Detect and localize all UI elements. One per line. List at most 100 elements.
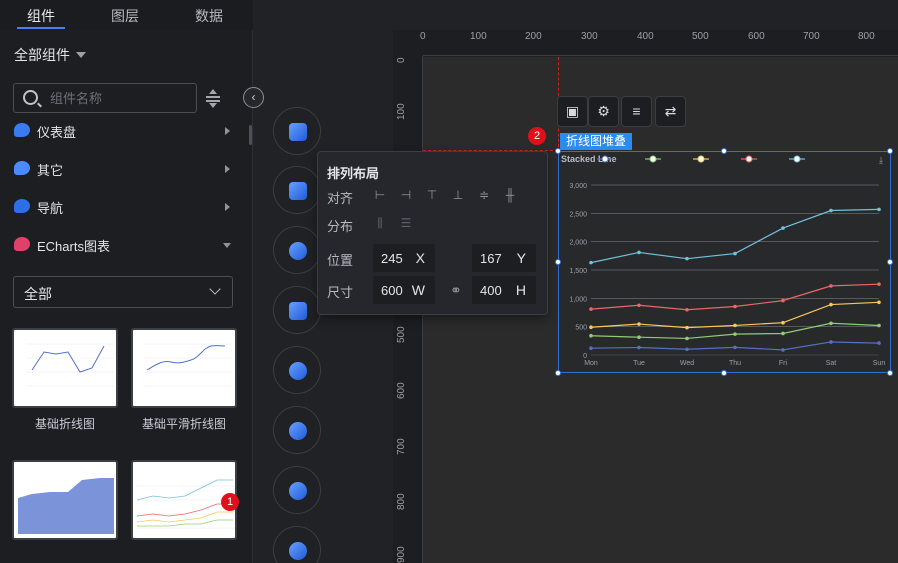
size-label: 尺寸	[327, 285, 354, 300]
align-hcenter-icon[interactable]: ╫	[504, 189, 516, 201]
resize-handle-se[interactable]	[887, 370, 893, 376]
media-icon	[289, 182, 307, 200]
dashboard-icon	[14, 123, 30, 137]
position-y-field[interactable]: 167 Y	[472, 244, 536, 272]
resize-handle-nw[interactable]	[555, 148, 561, 154]
ruler-label: 600	[748, 31, 765, 42]
series-point	[877, 341, 881, 345]
resize-handle-ne[interactable]	[887, 148, 893, 154]
rail-media-button[interactable]	[273, 166, 321, 214]
series-point	[637, 345, 641, 350]
series-point	[733, 332, 737, 336]
tab-data[interactable]: 数据	[195, 6, 223, 26]
resize-handle-sw[interactable]	[555, 370, 561, 376]
rail-decoration-button[interactable]	[273, 406, 321, 454]
step-badge-2: 2	[528, 127, 546, 145]
legend-marker	[601, 155, 609, 163]
filter-select-value: 全部	[24, 286, 52, 302]
rail-settings-button[interactable]	[273, 346, 321, 394]
series-point	[589, 325, 593, 330]
align-vcenter-icon[interactable]: ≑	[478, 189, 490, 201]
filter-select[interactable]: 全部	[13, 276, 233, 308]
series-point	[589, 333, 593, 338]
swap-icon[interactable]: ⇄	[655, 96, 686, 127]
download-icon: ⤓	[879, 155, 883, 165]
size-h-value: 400	[480, 283, 502, 298]
series-point	[829, 208, 833, 213]
series-point	[781, 348, 785, 352]
smooth-line-thumbnail	[145, 343, 233, 387]
card-label: 基础平滑折线图	[141, 417, 226, 431]
size-h-field[interactable]: 400 H	[472, 276, 536, 304]
position-y-unit: Y	[516, 250, 526, 266]
rail-other-button[interactable]	[273, 466, 321, 514]
active-tab-indicator	[17, 27, 65, 29]
sort-icon[interactable]	[205, 89, 221, 108]
search-input[interactable]	[50, 88, 190, 108]
align-top-icon[interactable]: ⊤	[426, 189, 438, 201]
other-icon	[289, 482, 307, 500]
tab-layers[interactable]: 图层	[111, 6, 139, 26]
echarts-icon	[14, 237, 30, 251]
resize-handle-w[interactable]	[555, 259, 561, 265]
resize-handle-s[interactable]	[721, 370, 727, 376]
series-point	[637, 250, 641, 255]
x-tick-label: Wed	[680, 360, 694, 367]
x-tick-label: Thu	[729, 360, 741, 367]
rail-text-button[interactable]	[273, 286, 321, 334]
layout-popup: 排列布局 对齐 ⊢ ⊣ ⊤ ⊥ ≑ ╫ 分布 ⫼ ☰ 位置 245 X 167 …	[317, 151, 548, 315]
legend-marker	[649, 155, 657, 163]
align-bottom-icon[interactable]: ⊥	[452, 189, 464, 201]
caret-down-icon	[76, 52, 86, 58]
search-box[interactable]	[13, 83, 197, 113]
image-settings-icon[interactable]: ⚙	[588, 96, 619, 127]
chevron-down-icon[interactable]	[223, 243, 231, 248]
category-label: 导航	[37, 201, 64, 216]
image-icon[interactable]: ▣	[557, 96, 588, 127]
all-components-dropdown[interactable]: 全部组件	[14, 45, 86, 65]
series-point	[829, 302, 833, 307]
ruler-label: 700	[396, 438, 407, 455]
database-icon[interactable]: ≡	[621, 96, 652, 127]
ruler-label: 500	[692, 31, 709, 42]
legend-marker	[745, 155, 753, 163]
distribute-vertical-icon[interactable]: ☰	[400, 217, 412, 229]
resize-handle-e[interactable]	[887, 259, 893, 265]
chevron-right-icon[interactable]	[225, 165, 230, 173]
series-point	[733, 345, 737, 350]
scrollbar-thumb[interactable]	[249, 125, 252, 145]
ruler-label: 100	[396, 103, 407, 120]
chevron-right-icon[interactable]	[225, 203, 230, 211]
rail-navigation-button[interactable]	[273, 526, 321, 563]
basic-line-thumbnail	[26, 343, 114, 387]
y-tick-label: 2,000	[569, 240, 587, 247]
link-icon[interactable]: ⚭	[450, 282, 462, 299]
collapse-panel-button[interactable]: ‹	[243, 87, 264, 108]
series-point	[589, 346, 593, 350]
series-point	[781, 320, 785, 325]
y-tick-label: 1,500	[569, 268, 587, 275]
align-label: 对齐	[327, 191, 354, 206]
card-area-line[interactable]	[12, 460, 118, 540]
chevron-right-icon[interactable]	[225, 127, 230, 135]
step-badge-1: 1	[221, 493, 239, 511]
series-point	[877, 207, 881, 212]
series-point	[733, 323, 737, 328]
selected-chart-component[interactable]: Stacked Line 0 500 1,000 1,500 2,000 2,500 3,0…	[558, 151, 891, 373]
rail-map-button[interactable]	[273, 226, 321, 274]
size-w-field[interactable]: 600 W	[373, 276, 435, 304]
decoration-icon	[289, 422, 307, 440]
series-point	[781, 298, 785, 303]
tab-components[interactable]: 组件	[27, 6, 55, 26]
align-right-icon[interactable]: ⊣	[400, 189, 412, 201]
card-smooth-line[interactable]	[131, 328, 237, 408]
card-basic-line[interactable]	[12, 328, 118, 408]
size-w-value: 600	[381, 283, 403, 298]
rail-dashboard-button[interactable]	[273, 107, 321, 155]
position-x-field[interactable]: 245 X	[373, 244, 435, 272]
resize-handle-n[interactable]	[721, 148, 727, 154]
horizontal-ruler	[423, 30, 898, 56]
distribute-horizontal-icon[interactable]: ⫼	[374, 217, 386, 229]
panel-tabs: 组件 图层 数据	[0, 0, 253, 30]
align-left-icon[interactable]: ⊢	[374, 189, 386, 201]
